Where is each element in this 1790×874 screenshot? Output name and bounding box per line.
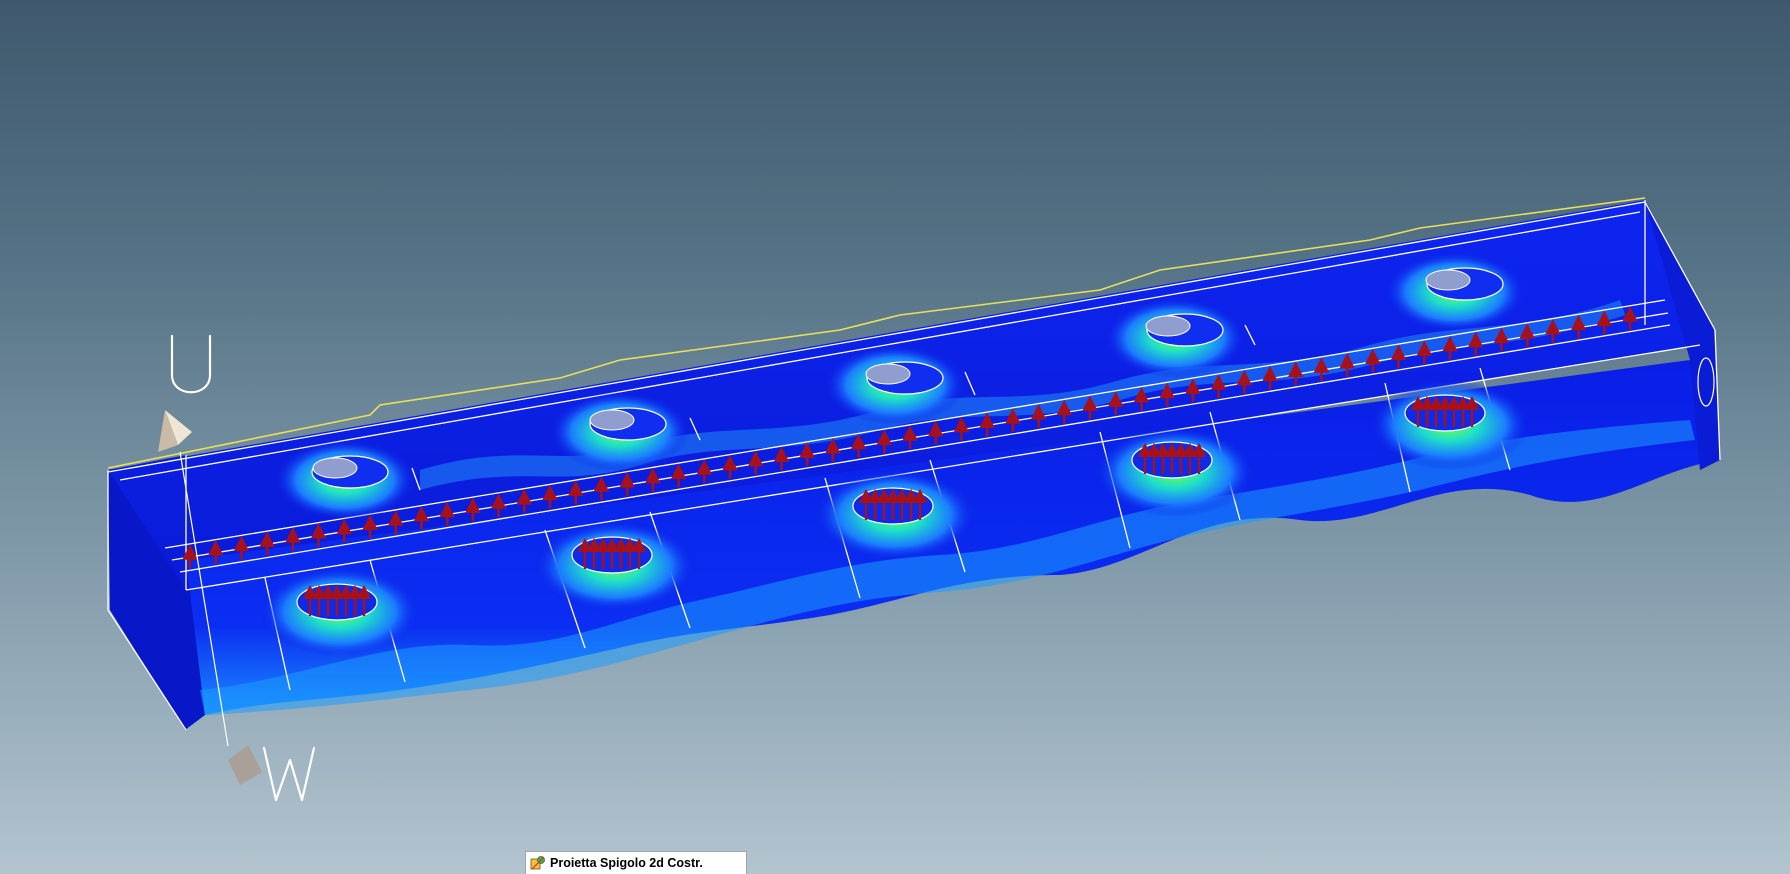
front-mount-5 <box>1370 380 1530 470</box>
command-status-tab[interactable]: Proietta Spigolo 2d Costr. <box>525 851 747 874</box>
top-mount-1 <box>275 440 415 520</box>
triad-label-depth <box>262 746 316 802</box>
command-label: Proietta Spigolo 2d Costr. <box>550 856 703 870</box>
top-mount-4 <box>1105 298 1245 378</box>
triad-label-up <box>170 334 212 394</box>
depth-axis-cone <box>228 745 262 785</box>
top-mount-3 <box>825 345 965 425</box>
top-mount-5 <box>1385 252 1525 332</box>
fem-model-view[interactable] <box>0 0 1790 874</box>
top-mount-2 <box>550 392 690 472</box>
front-mount-3 <box>815 470 975 560</box>
3d-viewport[interactable]: Proietta Spigolo 2d Costr. <box>0 0 1790 874</box>
front-mount-4 <box>1095 427 1255 517</box>
front-mount-2 <box>535 521 695 611</box>
project-edge-tool-icon <box>530 856 545 870</box>
front-mount-1 <box>260 567 420 657</box>
